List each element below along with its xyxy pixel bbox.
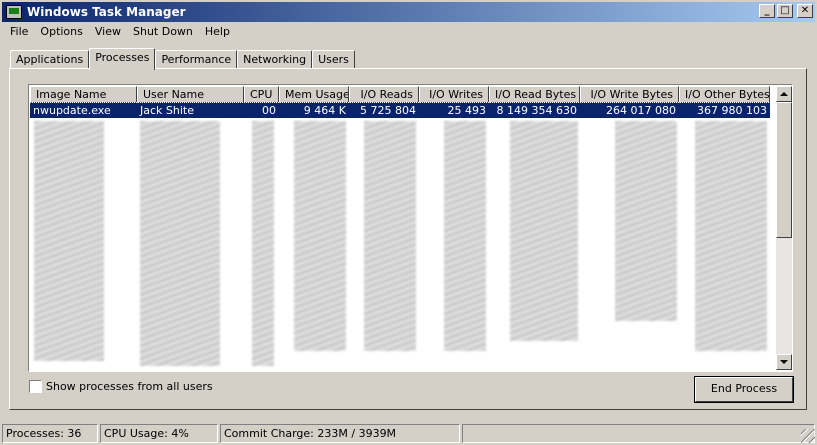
scroll-thumb[interactable] (776, 102, 792, 238)
cell-image-name: nwupdate.exe (33, 104, 111, 117)
cell-io-read-bytes: 8 149 354 630 (496, 104, 577, 117)
header-io-reads[interactable]: I/O Reads (349, 86, 419, 103)
obscured-cpu-values (252, 121, 274, 366)
window-controls: _ □ ✕ (759, 4, 813, 18)
menu-shut-down[interactable]: Shut Down (127, 23, 199, 41)
header-io-writes[interactable]: I/O Writes (419, 86, 489, 103)
status-bar: Processes: 36 CPU Usage: 4% Commit Charg… (2, 424, 815, 443)
arrow-up-icon (780, 92, 788, 96)
status-empty-panel (462, 424, 815, 443)
obscured-mem-values (294, 121, 346, 351)
column-headers: Image Name User Name CPU Mem Usage I/O R… (30, 86, 775, 103)
cell-io-reads: 5 725 804 (360, 104, 416, 117)
obscured-image-names (34, 121, 104, 361)
show-all-users-label: Show processes from all users (46, 380, 213, 393)
show-all-users-checkbox[interactable] (29, 380, 42, 393)
tab-networking[interactable]: Networking (237, 50, 313, 69)
menu-file[interactable]: File (4, 23, 34, 41)
header-mem-usage[interactable]: Mem Usage (279, 86, 349, 103)
arrow-down-icon (780, 360, 788, 364)
menu-view[interactable]: View (89, 23, 127, 41)
process-list-content: Image Name User Name CPU Mem Usage I/O R… (29, 86, 775, 370)
obscured-io-reads (364, 121, 416, 351)
maximize-button[interactable]: □ (777, 4, 793, 18)
menu-bar: File Options View Shut Down Help (4, 23, 236, 41)
show-all-users-option[interactable]: Show processes from all users (29, 380, 213, 393)
tab-processes[interactable]: Processes (89, 48, 156, 70)
status-cpu-usage: CPU Usage: 4% (100, 424, 218, 443)
cell-cpu: 00 (262, 104, 276, 117)
minimize-button[interactable]: _ (759, 4, 775, 18)
window-title: Windows Task Manager (27, 5, 186, 19)
obscured-io-other-bytes (695, 121, 767, 351)
resize-grip-icon[interactable] (801, 429, 815, 443)
tab-applications[interactable]: Applications (10, 50, 90, 69)
status-commit-charge: Commit Charge: 233M / 3939M (220, 424, 460, 443)
header-cpu[interactable]: CPU (244, 86, 279, 103)
scroll-up-button[interactable] (776, 86, 792, 102)
menu-options[interactable]: Options (34, 23, 88, 41)
cell-io-writes: 25 493 (447, 104, 487, 117)
task-manager-window: Windows Task Manager _ □ ✕ File Options … (0, 0, 817, 445)
vertical-scrollbar[interactable] (776, 86, 792, 370)
obscured-io-write-bytes (615, 121, 677, 321)
title-bar[interactable]: Windows Task Manager _ □ ✕ (2, 2, 815, 22)
scroll-down-button[interactable] (776, 354, 792, 370)
header-io-other-bytes[interactable]: I/O Other Bytes (679, 86, 770, 103)
cell-io-other-bytes: 367 980 103 (697, 104, 767, 117)
process-list[interactable]: Image Name User Name CPU Mem Usage I/O R… (28, 84, 793, 372)
obscured-io-read-bytes (510, 121, 578, 341)
obscured-user-names (140, 121, 220, 366)
end-process-button[interactable]: End Process (695, 377, 793, 402)
tab-performance[interactable]: Performance (155, 50, 238, 69)
cell-mem-usage: 9 464 K (303, 104, 346, 117)
tab-strip: Applications Processes Performance Netwo… (10, 48, 355, 70)
cell-io-write-bytes: 264 017 080 (606, 104, 676, 117)
tab-users[interactable]: Users (312, 50, 355, 69)
header-user-name[interactable]: User Name (137, 86, 244, 103)
table-row[interactable]: nwupdate.exe Jack Shite 00 9 464 K 5 725… (29, 102, 771, 119)
close-button[interactable]: ✕ (797, 4, 813, 18)
menu-help[interactable]: Help (199, 23, 236, 41)
header-image-name[interactable]: Image Name (30, 86, 137, 103)
header-io-write-bytes[interactable]: I/O Write Bytes (580, 86, 679, 103)
status-processes: Processes: 36 (2, 424, 98, 443)
header-io-read-bytes[interactable]: I/O Read Bytes (489, 86, 580, 103)
cell-user-name: Jack Shite (140, 104, 194, 117)
obscured-io-writes (444, 121, 486, 351)
task-manager-icon (6, 5, 22, 19)
